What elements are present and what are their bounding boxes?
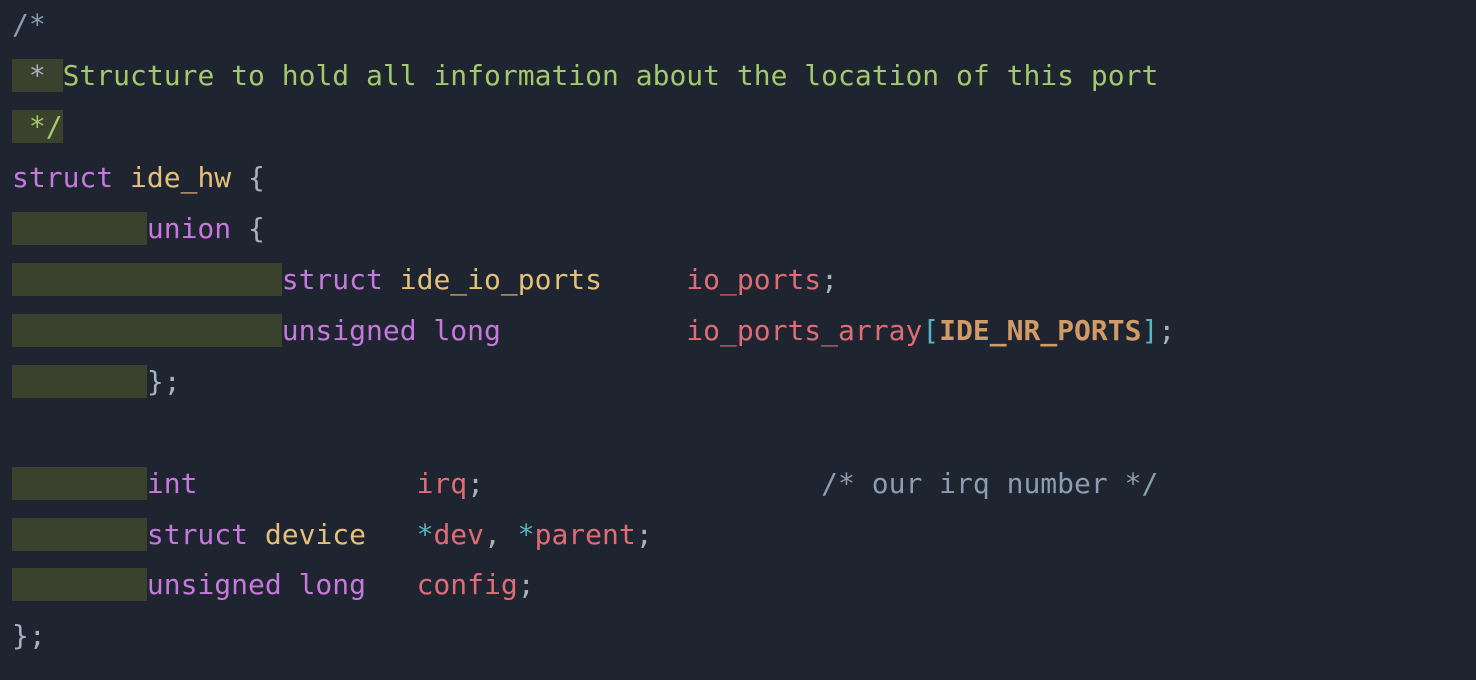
added-gutter [12, 365, 147, 398]
keyword-unsigned: unsigned [282, 314, 417, 347]
added-gutter [12, 263, 282, 296]
added-gutter: * [12, 59, 63, 92]
line-2: * Structure to hold all information abou… [12, 59, 1158, 92]
keyword-int: int [147, 467, 198, 500]
line-12: unsigned long config; [12, 568, 535, 601]
macro-ide-nr-ports: IDE_NR_PORTS [939, 314, 1141, 347]
line-7: unsigned long io_ports_array[IDE_NR_PORT… [12, 314, 1175, 347]
star: * [518, 518, 535, 551]
identifier-dev: dev [433, 518, 484, 551]
pad [366, 518, 417, 551]
keyword-union: union [147, 212, 231, 245]
added-gutter [12, 314, 282, 347]
semicolon: ; [821, 263, 838, 296]
bracket-open: [ [922, 314, 939, 347]
comment-irq: /* our irq number */ [821, 467, 1158, 500]
semicolon: ; [636, 518, 653, 551]
pad [366, 568, 417, 601]
comma: , [484, 518, 518, 551]
comment-close: */ [12, 110, 63, 143]
comment-body: Structure to hold all information about … [63, 59, 1159, 92]
type-ide-io-ports: ide_io_ports [400, 263, 602, 296]
line-13: }; [12, 619, 46, 652]
semicolon: ; [1158, 314, 1175, 347]
keyword-long: long [299, 568, 366, 601]
added-gutter [12, 568, 147, 601]
semicolon: ; [467, 467, 484, 500]
line-3: */ [12, 110, 63, 143]
pad [197, 467, 416, 500]
line-4: struct ide_hw { [12, 161, 265, 194]
brace-open: { [231, 212, 265, 245]
keyword-struct: struct [12, 161, 113, 194]
identifier-io-ports-array: io_ports_array [686, 314, 922, 347]
line-1: /* [12, 8, 46, 41]
brace-open: { [231, 161, 265, 194]
bracket-close: ] [1141, 314, 1158, 347]
line-11: struct device *dev, *parent; [12, 518, 653, 551]
identifier-irq: irq [417, 467, 468, 500]
identifier-parent: parent [535, 518, 636, 551]
keyword-struct: struct [282, 263, 383, 296]
line-8: }; [12, 365, 181, 398]
added-gutter [12, 518, 147, 551]
pad [501, 314, 552, 347]
semicolon: ; [518, 568, 535, 601]
code-block: /* * Structure to hold all information a… [0, 0, 1476, 674]
keyword-unsigned: unsigned [147, 568, 282, 601]
type-ide-hw: ide_hw [130, 161, 231, 194]
keyword-long: long [433, 314, 500, 347]
comment-open: /* [12, 8, 46, 41]
type-device: device [265, 518, 366, 551]
added-gutter [12, 212, 147, 245]
pad [484, 467, 821, 500]
brace-close: }; [12, 619, 46, 652]
added-gutter [12, 467, 147, 500]
line-10: int irq; /* our irq number */ [12, 467, 1158, 500]
line-6: struct ide_io_ports io_ports; [12, 263, 838, 296]
star: * [417, 518, 434, 551]
line-5: union { [12, 212, 265, 245]
identifier-config: config [417, 568, 518, 601]
identifier-io-ports: io_ports [686, 263, 821, 296]
brace-close: }; [147, 365, 181, 398]
keyword-struct: struct [147, 518, 248, 551]
